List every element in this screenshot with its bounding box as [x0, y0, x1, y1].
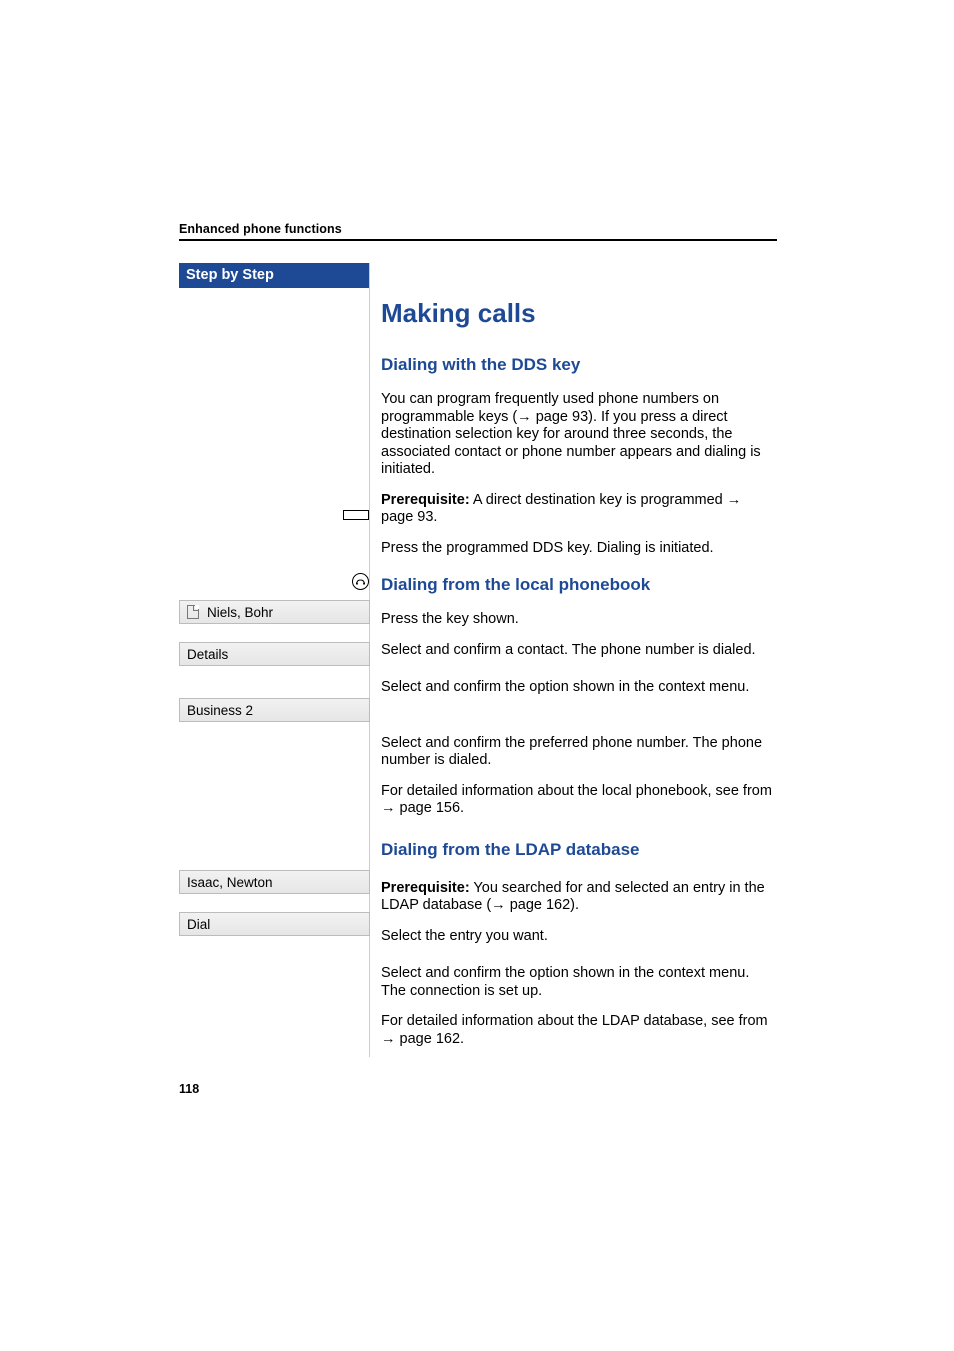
local-select-contact: Select and confirm a contact. The phone …: [381, 642, 777, 660]
phonebook-key-icon: [352, 573, 369, 590]
heading-ldap: Dialing from the LDAP database: [381, 840, 777, 860]
ldap-prereq: Prerequisite: You searched for and selec…: [381, 880, 777, 915]
local-detail-ref: For detailed information about the local…: [381, 783, 777, 818]
heading-local-phonebook: Dialing from the local phonebook: [381, 575, 777, 595]
prereq-label: Prerequisite:: [381, 880, 470, 896]
page-number: 118: [179, 1082, 199, 1096]
heading-making-calls: Making calls: [381, 298, 777, 329]
programmable-key-icon: [343, 510, 369, 520]
horizontal-rule: [179, 239, 777, 241]
local-context: Select and confirm the option shown in t…: [381, 679, 777, 697]
contact-entry-button[interactable]: Niels, Bohr: [179, 600, 370, 624]
phonebook-glyph-icon: [356, 578, 365, 585]
business-number-label: Business 2: [187, 704, 253, 717]
dds-body: You can program frequently used phone nu…: [381, 391, 777, 479]
details-option-label: Details: [187, 648, 228, 661]
ldap-detail-ref: For detailed information about the LDAP …: [381, 1013, 777, 1048]
dds-press: Press the programmed DDS key. Dialing is…: [381, 540, 777, 558]
prereq-label: Prerequisite:: [381, 492, 470, 508]
dial-option-button[interactable]: Dial: [179, 912, 370, 936]
local-press-key: Press the key shown.: [381, 611, 777, 629]
step-by-step-header: Step by Step: [179, 263, 370, 288]
details-option-button[interactable]: Details: [179, 642, 370, 666]
dial-option-label: Dial: [187, 918, 210, 931]
business-number-button[interactable]: Business 2: [179, 698, 370, 722]
ldap-select: Select the entry you want.: [381, 928, 777, 946]
ldap-contact-label: Isaac, Newton: [187, 876, 273, 889]
local-preferred: Select and confirm the preferred phone n…: [381, 735, 777, 770]
ldap-dial: Select and confirm the option shown in t…: [381, 965, 777, 1000]
content-column: Making calls Dialing with the DDS key Yo…: [381, 298, 777, 1061]
ldap-contact-button[interactable]: Isaac, Newton: [179, 870, 370, 894]
dds-prereq: Prerequisite: A direct destination key i…: [381, 492, 777, 527]
page: Enhanced phone functions Step by Step Ni…: [0, 0, 954, 1351]
running-head: Enhanced phone functions: [179, 222, 342, 236]
contact-entry-label: Niels, Bohr: [207, 606, 273, 619]
heading-dds: Dialing with the DDS key: [381, 355, 777, 375]
contact-card-icon: [187, 605, 199, 619]
